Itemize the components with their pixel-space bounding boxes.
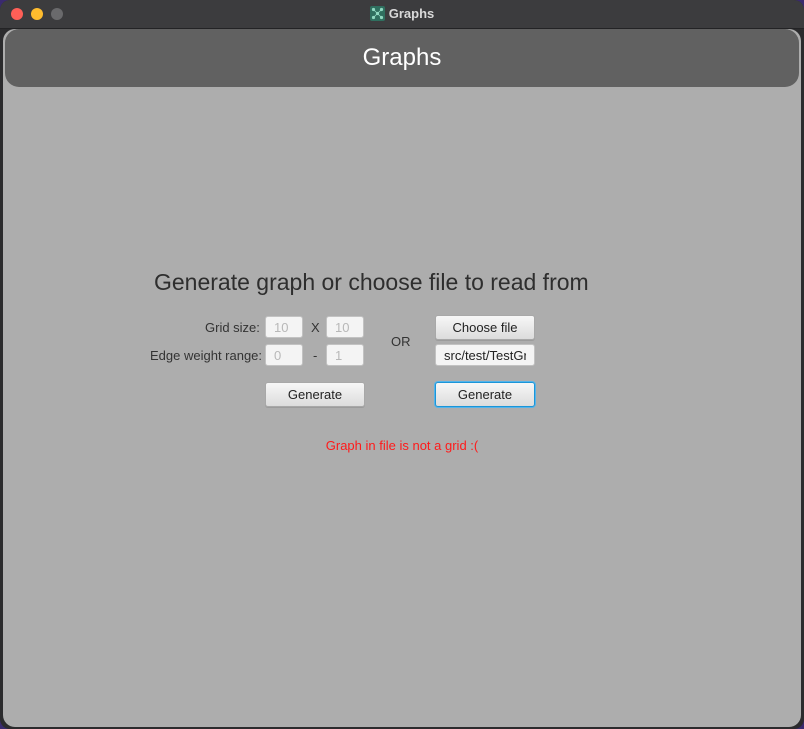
page-heading: Generate graph or choose file to read fr… (154, 269, 589, 295)
edge-weight-max-input[interactable] (326, 344, 364, 366)
app-window: Graphs Graphs Generate graph or choose f… (0, 0, 804, 729)
choose-file-button[interactable]: Choose file (435, 315, 535, 340)
grid-width-input[interactable] (265, 316, 303, 338)
generate-from-file-button[interactable]: Generate (435, 382, 535, 407)
window-title-text: Graphs (388, 6, 435, 21)
grid-size-separator: X (311, 320, 320, 335)
edge-weight-label: Edge weight range: (150, 348, 263, 363)
or-label: OR (391, 334, 411, 349)
app-header: Graphs (5, 29, 799, 87)
window-title: Graphs (0, 6, 804, 21)
grid-height-input[interactable] (326, 316, 364, 338)
graph-app-icon (369, 6, 385, 21)
grid-size-label: Grid size: (205, 320, 260, 335)
error-message: Graph in file is not a grid :( (325, 438, 479, 453)
file-path-input[interactable] (435, 344, 535, 366)
edge-weight-separator: - (313, 348, 318, 363)
title-bar[interactable]: Graphs (0, 0, 804, 29)
generate-grid-button[interactable]: Generate (265, 382, 365, 407)
app-content: Graphs Generate graph or choose file to … (3, 29, 801, 727)
edge-weight-min-input[interactable] (265, 344, 303, 366)
header-title: Graphs (362, 44, 442, 71)
